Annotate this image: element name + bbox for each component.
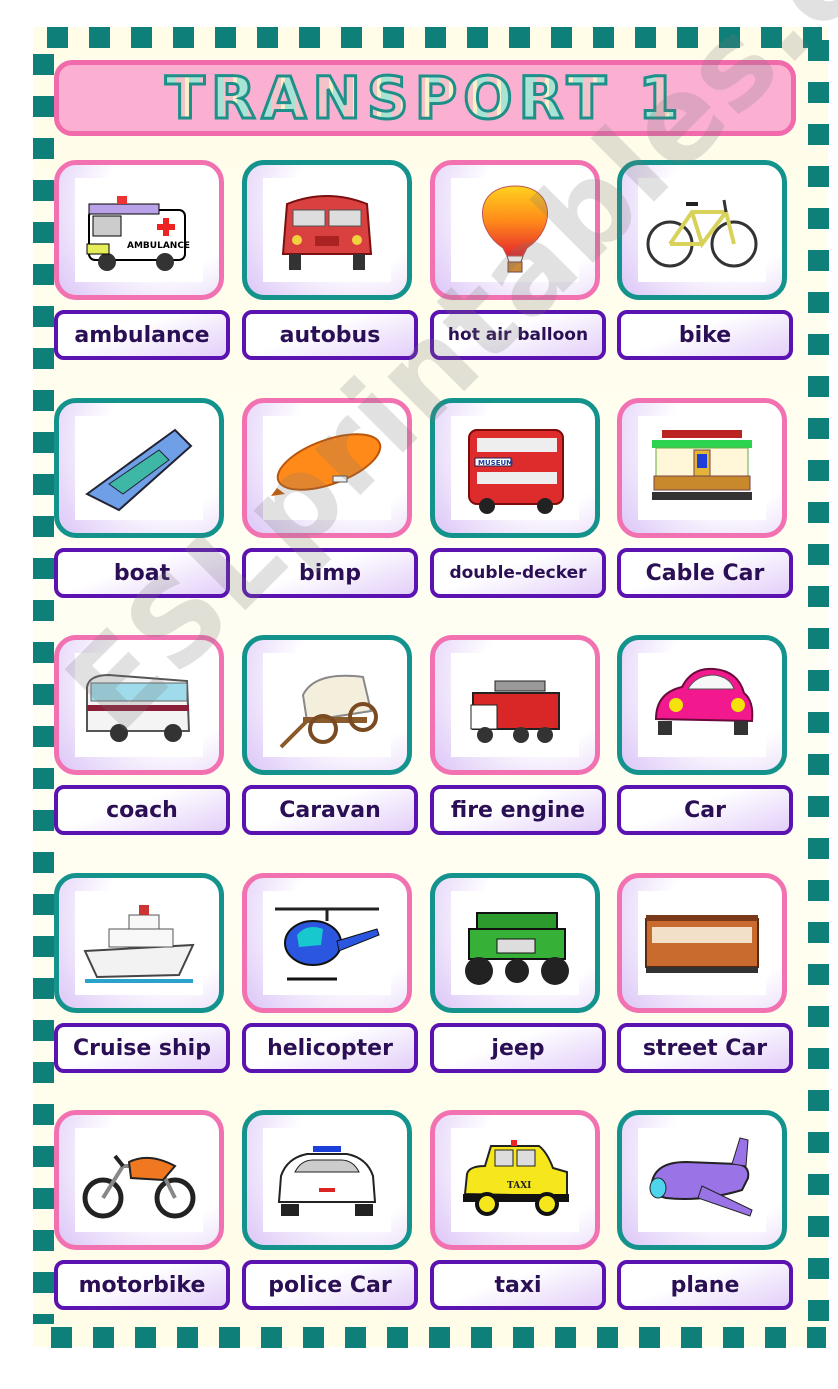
cruise-ship-icon	[83, 905, 195, 983]
picture-frame: MUSEUM	[430, 398, 600, 538]
taxi-icon: TAXI	[463, 1140, 569, 1216]
word-label: police Car	[242, 1260, 418, 1310]
picture-frame	[617, 873, 787, 1013]
autobus-icon	[281, 195, 373, 270]
picture-frame	[242, 1110, 412, 1250]
picture: MUSEUM	[451, 416, 579, 520]
word-label: fire engine	[430, 785, 606, 835]
double-decker-icon: MUSEUM	[468, 429, 564, 514]
hot-air-balloon-icon	[481, 185, 549, 273]
picture: AMBULANCE	[75, 178, 203, 282]
picture-frame	[617, 398, 787, 538]
picture	[638, 416, 766, 520]
picture-frame	[430, 160, 600, 300]
police-car-icon	[277, 1146, 377, 1216]
word-label: taxi	[430, 1260, 606, 1310]
picture	[638, 653, 766, 757]
picture	[263, 416, 391, 520]
cable-car-icon	[652, 430, 752, 500]
picture-frame	[430, 873, 600, 1013]
word-label: plane	[617, 1260, 793, 1310]
picture	[451, 178, 579, 282]
picture	[263, 178, 391, 282]
street-car-icon	[645, 915, 759, 973]
svg-text:MUSEUM: MUSEUM	[478, 459, 513, 467]
picture	[75, 653, 203, 757]
picture	[263, 653, 391, 757]
coach-icon	[86, 673, 191, 742]
word-label: bike	[617, 310, 793, 360]
picture	[263, 1128, 391, 1232]
ambulance-icon: AMBULANCE	[86, 196, 190, 271]
picture-frame	[617, 635, 787, 775]
frame-dots-left	[33, 54, 54, 1324]
picture-frame	[617, 160, 787, 300]
picture	[451, 891, 579, 995]
picture-frame	[54, 635, 224, 775]
word-label: boat	[54, 548, 230, 598]
word-label: coach	[54, 785, 230, 835]
picture	[75, 416, 203, 520]
frame-dots-bottom	[51, 1327, 826, 1348]
picture	[75, 891, 203, 995]
car-icon	[654, 667, 754, 735]
picture	[638, 1128, 766, 1232]
boat-icon	[85, 428, 193, 512]
fire-engine-icon	[470, 680, 560, 743]
word-label: helicopter	[242, 1023, 418, 1073]
frame-dots-top	[47, 27, 822, 48]
picture: TAXI	[451, 1128, 579, 1232]
svg-text:TAXI: TAXI	[507, 1181, 531, 1191]
word-label: Caravan	[242, 785, 418, 835]
bike-icon	[646, 199, 758, 268]
word-label: double-decker	[430, 548, 606, 598]
ambulance-sign: AMBULANCE	[127, 241, 190, 251]
picture-frame	[242, 873, 412, 1013]
word-label: street Car	[617, 1023, 793, 1073]
motorbike-icon	[82, 1154, 196, 1219]
picture	[75, 1128, 203, 1232]
helicopter-icon	[275, 907, 380, 981]
picture	[451, 653, 579, 757]
word-label: motorbike	[54, 1260, 230, 1310]
word-label: autobus	[242, 310, 418, 360]
blimp-icon	[271, 433, 382, 496]
word-label: bimp	[242, 548, 418, 598]
picture-frame	[54, 1110, 224, 1250]
picture-frame	[617, 1110, 787, 1250]
word-label: ambulance	[54, 310, 230, 360]
picture-frame	[242, 398, 412, 538]
picture	[263, 891, 391, 995]
jeep-icon	[465, 912, 569, 985]
picture-frame: AMBULANCE	[54, 160, 224, 300]
picture-frame	[430, 635, 600, 775]
page-title: TRANSPORT 1	[164, 63, 685, 134]
word-label: jeep	[430, 1023, 606, 1073]
caravan-icon	[279, 674, 378, 749]
word-label: Car	[617, 785, 793, 835]
word-label: hot air balloon	[430, 310, 606, 360]
picture-frame	[54, 398, 224, 538]
picture	[638, 891, 766, 995]
plane-icon	[649, 1137, 753, 1217]
title-banner: TRANSPORT 1	[54, 60, 796, 136]
word-label: Cable Car	[617, 548, 793, 598]
picture	[638, 178, 766, 282]
picture-frame	[54, 873, 224, 1013]
picture-frame	[242, 160, 412, 300]
picture-frame	[242, 635, 412, 775]
word-label: Cruise ship	[54, 1023, 230, 1073]
picture-frame: TAXI	[430, 1110, 600, 1250]
frame-dots-right	[808, 40, 829, 1330]
